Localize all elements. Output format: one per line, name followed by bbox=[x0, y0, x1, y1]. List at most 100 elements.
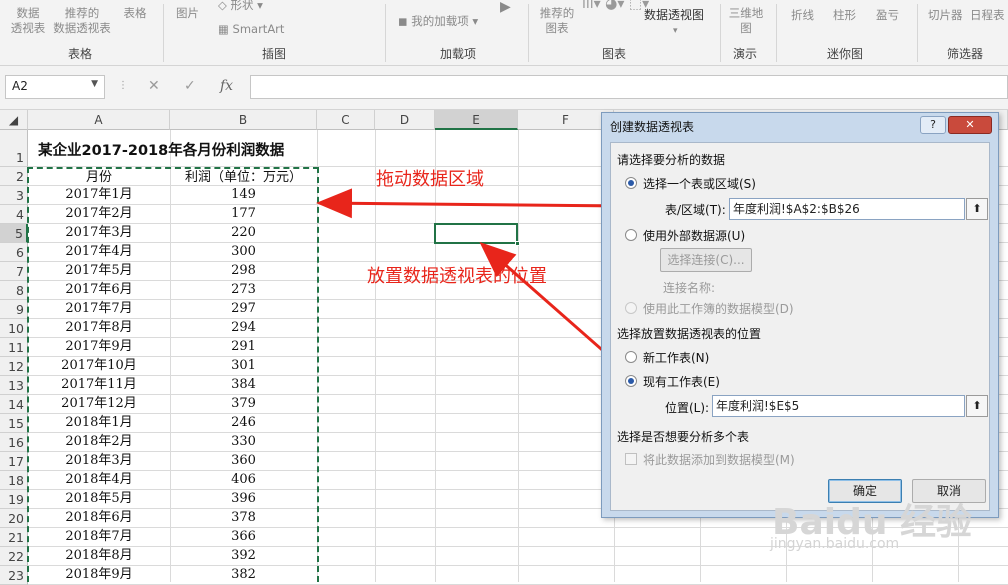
opt-existing-label[interactable]: 现有工作表(E) bbox=[643, 373, 720, 390]
chart-type-icons[interactable]: ılı▾ ◕▾ ⬚▾ bbox=[582, 0, 649, 12]
col-header-d[interactable]: D bbox=[375, 110, 435, 130]
row-header[interactable]: 2 bbox=[0, 167, 28, 186]
name-box[interactable]: A2 ▼ bbox=[5, 75, 105, 99]
group-addins: 加载项 bbox=[440, 47, 477, 61]
row-header[interactable]: 10 bbox=[0, 319, 28, 338]
row-header[interactable]: 22 bbox=[0, 547, 28, 566]
selected-cell-e5[interactable] bbox=[434, 223, 520, 246]
dots-handle-icon: ⋮ bbox=[118, 80, 128, 91]
enter-icon[interactable]: ✓ bbox=[184, 78, 196, 94]
row-header[interactable]: 9 bbox=[0, 300, 28, 319]
pivot-chart-dropdown[interactable]: ▾ bbox=[673, 24, 678, 39]
location-label: 位置(L): bbox=[665, 401, 710, 415]
pictures-button[interactable]: 图片 bbox=[176, 6, 199, 21]
formula-input[interactable] bbox=[250, 75, 1008, 99]
close-button[interactable]: ✕ bbox=[948, 116, 992, 134]
group-filters: 筛选器 bbox=[947, 47, 984, 61]
row-header[interactable]: 5 bbox=[0, 224, 28, 243]
row-header[interactable]: 14 bbox=[0, 395, 28, 414]
row-header[interactable]: 23 bbox=[0, 566, 28, 585]
pivot-chart-button[interactable]: 数据透视图 bbox=[644, 8, 704, 23]
select-all-corner[interactable]: ◢ bbox=[0, 110, 28, 130]
location-collapse-icon[interactable]: ⬆ bbox=[966, 395, 988, 417]
row-header[interactable]: 19 bbox=[0, 490, 28, 509]
row-header[interactable]: 17 bbox=[0, 452, 28, 471]
sheet-title[interactable]: 某企业2017-2018年各月份利润数据 bbox=[38, 139, 284, 160]
annotation-place-location: 放置数据透视表的位置 bbox=[367, 266, 547, 287]
create-pivot-dialog[interactable]: 创建数据透视表 ? ✕ 请选择要分析的数据 选择一个表或区域(S) 表/区域(T… bbox=[601, 112, 999, 518]
copy-marquee bbox=[27, 167, 319, 582]
group-sparklines: 迷你图 bbox=[827, 47, 864, 61]
insert-function-icon[interactable]: fx bbox=[220, 78, 233, 94]
col-header-a[interactable]: A bbox=[28, 110, 170, 130]
radio-data-model[interactable] bbox=[625, 302, 637, 314]
add-to-model-label[interactable]: 将此数据添加到数据模型(M) bbox=[643, 451, 795, 468]
formula-bar: A2 ▼ ⋮ ✕ ✓ fx bbox=[0, 66, 1008, 110]
smartart-icon: ▦ bbox=[218, 22, 229, 36]
shapes-button[interactable]: ◇ 形状 ▾ bbox=[218, 0, 263, 13]
row-header[interactable]: 4 bbox=[0, 205, 28, 224]
range-collapse-icon[interactable]: ⬆ bbox=[966, 198, 988, 220]
location-input[interactable]: 年度利润!$E$5 bbox=[712, 395, 965, 417]
row-header[interactable]: 11 bbox=[0, 338, 28, 357]
row-header[interactable]: 12 bbox=[0, 357, 28, 376]
group-tours: 演示 bbox=[733, 47, 758, 61]
row-header[interactable]: 6 bbox=[0, 243, 28, 262]
group-charts: 图表 bbox=[602, 47, 627, 61]
sparkline-column-button[interactable]: 柱形 bbox=[833, 8, 856, 23]
row-header[interactable]: 20 bbox=[0, 509, 28, 528]
connection-name-label: 连接名称: bbox=[663, 281, 716, 295]
radio-table-range[interactable] bbox=[625, 177, 637, 189]
shapes-icon: ◇ bbox=[218, 0, 227, 12]
pivot-table-button[interactable]: 数据 透视表 bbox=[8, 6, 48, 36]
section-multi-table-label: 选择是否想要分析多个表 bbox=[617, 430, 750, 444]
choose-connection-button[interactable]: 选择连接(C)... bbox=[660, 248, 752, 272]
row-header[interactable]: 3 bbox=[0, 186, 28, 205]
opt-data-model-label[interactable]: 使用此工作簿的数据模型(D) bbox=[643, 300, 794, 317]
row-header[interactable]: 15 bbox=[0, 414, 28, 433]
radio-existing-worksheet[interactable] bbox=[625, 375, 637, 387]
row-header[interactable]: 8 bbox=[0, 281, 28, 300]
store-icon: ◼ bbox=[398, 14, 408, 28]
baidu-watermark-url: jingyan.baidu.com bbox=[770, 536, 900, 552]
3d-map-button[interactable]: 三维地 图 bbox=[724, 6, 768, 36]
recommended-charts-button[interactable]: 推荐的 图表 bbox=[536, 6, 578, 36]
section-location-label: 选择放置数据透视表的位置 bbox=[617, 327, 762, 341]
range-input[interactable]: 年度利润!$A$2:$B$26 bbox=[729, 198, 965, 220]
row-header[interactable]: 13 bbox=[0, 376, 28, 395]
smartart-button[interactable]: ▦ SmartArt bbox=[218, 22, 284, 37]
radio-new-worksheet[interactable] bbox=[625, 351, 637, 363]
sparkline-winloss-button[interactable]: 盈亏 bbox=[876, 8, 899, 23]
section-data-label: 请选择要分析的数据 bbox=[617, 153, 726, 167]
row-header[interactable]: 1 bbox=[0, 130, 28, 167]
col-header-e[interactable]: E bbox=[435, 110, 518, 130]
col-header-c[interactable]: C bbox=[317, 110, 375, 130]
dialog-body: 请选择要分析的数据 选择一个表或区域(S) 表/区域(T): 年度利润!$A$2… bbox=[610, 142, 990, 511]
my-addins-button[interactable]: ◼ 我的加载项 ▾ bbox=[398, 14, 478, 29]
radio-external-source[interactable] bbox=[625, 229, 637, 241]
row-header[interactable]: 7 bbox=[0, 262, 28, 281]
col-header-f[interactable]: F bbox=[518, 110, 614, 130]
opt-table-range-label[interactable]: 选择一个表或区域(S) bbox=[643, 175, 756, 192]
fill-handle[interactable] bbox=[515, 241, 520, 246]
col-header-b[interactable]: B bbox=[170, 110, 317, 130]
group-illustrations: 插图 bbox=[262, 47, 287, 61]
table-button[interactable]: 表格 bbox=[118, 6, 152, 21]
row-header[interactable]: 16 bbox=[0, 433, 28, 452]
addin-side-icon[interactable]: ▶ bbox=[500, 0, 511, 15]
name-box-dropdown-icon[interactable]: ▼ bbox=[91, 79, 98, 89]
range-label: 表/区域(T): bbox=[665, 203, 726, 217]
row-header[interactable]: 18 bbox=[0, 471, 28, 490]
group-tables: 表格 bbox=[68, 47, 93, 61]
add-to-model-checkbox[interactable] bbox=[625, 453, 637, 465]
ribbon: 数据 透视表 推荐的 数据透视表 表格 表格 图片 ◇ 形状 ▾ ▦ Smart… bbox=[0, 0, 1008, 66]
slicer-button[interactable]: 切片器 bbox=[928, 8, 963, 23]
timeline-button[interactable]: 日程表 bbox=[970, 8, 1005, 23]
opt-external-label[interactable]: 使用外部数据源(U) bbox=[643, 227, 745, 244]
opt-new-sheet-label[interactable]: 新工作表(N) bbox=[643, 349, 709, 366]
help-button[interactable]: ? bbox=[920, 116, 946, 134]
recommended-pivot-button[interactable]: 推荐的 数据透视表 bbox=[50, 6, 114, 36]
sparkline-line-button[interactable]: 折线 bbox=[791, 8, 814, 23]
cancel-icon[interactable]: ✕ bbox=[148, 78, 160, 94]
row-header[interactable]: 21 bbox=[0, 528, 28, 547]
